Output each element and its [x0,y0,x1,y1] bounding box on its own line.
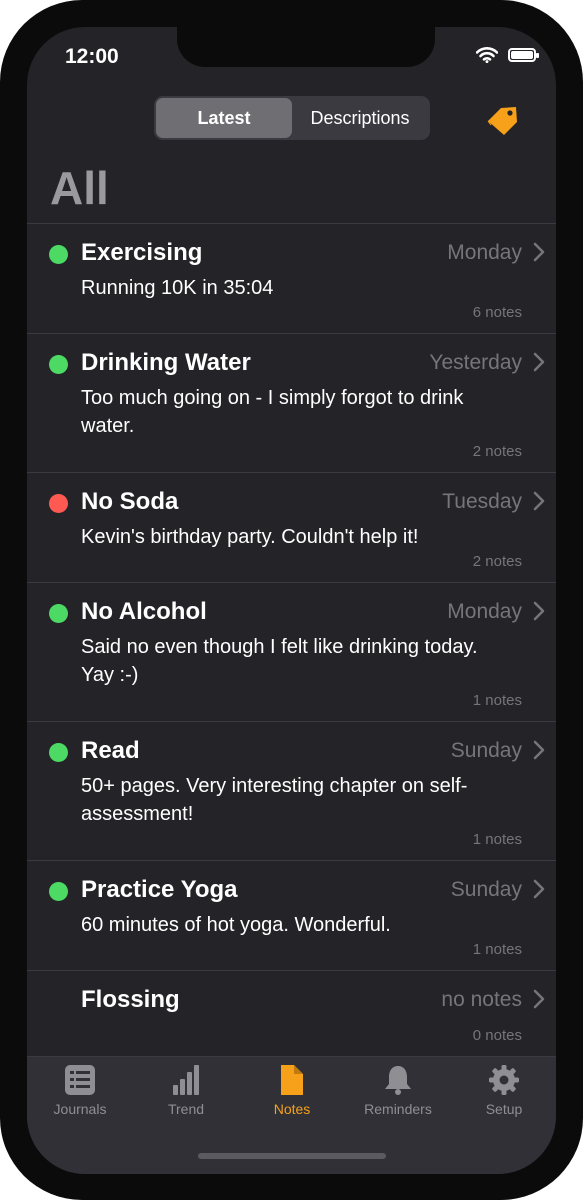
item-date: Monday [447,600,522,623]
bell-icon [385,1066,411,1095]
chevron-right-icon [533,879,545,899]
item-description: Too much going on - I simply forgot to d… [81,387,464,437]
item-description: Said no even though I felt like drinking… [81,636,478,686]
notes-list: Exercising Monday Running 10K in 35:04 6… [27,223,556,1056]
segment-latest[interactable]: Latest [156,98,292,138]
chevron-right-icon [533,740,545,760]
tab-journals[interactable]: Journals [27,1063,133,1117]
gear-icon [489,1065,519,1095]
wifi-icon [476,47,498,63]
chevron-right-icon [533,989,545,1009]
item-description: Running 10K in 35:04 [81,277,274,299]
tab-label: Reminders [364,1101,432,1117]
document-icon [281,1065,303,1095]
status-dot-green [49,604,68,623]
status-dot-red [49,494,68,513]
list-item-read[interactable]: Read Sunday 50+ pages. Very interesting … [27,721,556,860]
tab-label: Setup [485,1101,523,1117]
item-date: Monday [447,241,522,264]
list-item-drinking-water[interactable]: Drinking Water Yesterday Too much going … [27,333,556,472]
tab-reminders[interactable]: Reminders [345,1063,451,1117]
item-name: Drinking Water [81,349,251,376]
item-note-count: 1 notes [472,831,522,848]
item-note-count: 2 notes [472,443,522,460]
item-name: Flossing [81,986,180,1013]
phone-frame: 12:00 Latest Descriptions All Exercising [0,0,583,1200]
list-item-no-alcohol[interactable]: No Alcohol Monday Said no even though I … [27,582,556,721]
item-name: Practice Yoga [81,876,238,903]
item-note-count: 2 notes [472,553,522,570]
item-description: 50+ pages. Very interesting chapter on s… [81,775,468,825]
list-item-flossing[interactable]: Flossing no notes 0 notes [27,970,556,1056]
tab-label: Journals [53,1101,107,1117]
bars-icon [173,1065,199,1095]
status-dot-green [49,245,68,264]
item-date: Sunday [450,878,522,901]
item-note-count: 0 notes [472,1027,522,1044]
notch [177,27,435,67]
chevron-right-icon [533,601,545,621]
item-description: Kevin's birthday party. Couldn't help it… [81,526,419,548]
item-note-count: 1 notes [472,692,522,709]
status-dot-green [49,882,68,901]
tab-notes[interactable]: Notes [239,1063,345,1117]
tag-icon[interactable] [485,103,521,137]
chevron-right-icon [533,352,545,372]
home-indicator [198,1153,386,1159]
status-icons [476,47,539,63]
item-note-count: 6 notes [472,304,522,321]
list-icon [65,1065,95,1095]
item-description: 60 minutes of hot yoga. Wonderful. [81,914,391,936]
screen: 12:00 Latest Descriptions All Exercising [27,27,556,1174]
page-title: All [50,162,109,214]
item-name: Exercising [81,239,203,266]
tab-label: Trend [167,1101,205,1117]
list-item-exercising[interactable]: Exercising Monday Running 10K in 35:04 6… [27,223,556,333]
item-note-count: 1 notes [472,941,522,958]
list-item-practice-yoga[interactable]: Practice Yoga Sunday 60 minutes of hot y… [27,860,556,970]
status-time: 12:00 [65,45,119,68]
tab-setup[interactable]: Setup [451,1063,556,1117]
item-name: No Soda [81,488,179,515]
segmented-control: Latest Descriptions [154,96,430,140]
segment-descriptions[interactable]: Descriptions [292,98,428,138]
item-date: Tuesday [442,490,522,513]
item-date: Sunday [450,739,522,762]
item-date: Yesterday [429,351,522,374]
chevron-right-icon [533,491,545,511]
battery-icon [508,48,539,62]
status-dot-green [49,743,68,762]
item-name: Read [81,737,140,764]
chevron-right-icon [533,242,545,262]
tab-label: Notes [273,1101,311,1117]
status-dot-green [49,355,68,374]
tab-trend[interactable]: Trend [133,1063,239,1117]
list-item-no-soda[interactable]: No Soda Tuesday Kevin's birthday party. … [27,472,556,582]
item-date: no notes [441,988,522,1011]
item-name: No Alcohol [81,598,207,625]
